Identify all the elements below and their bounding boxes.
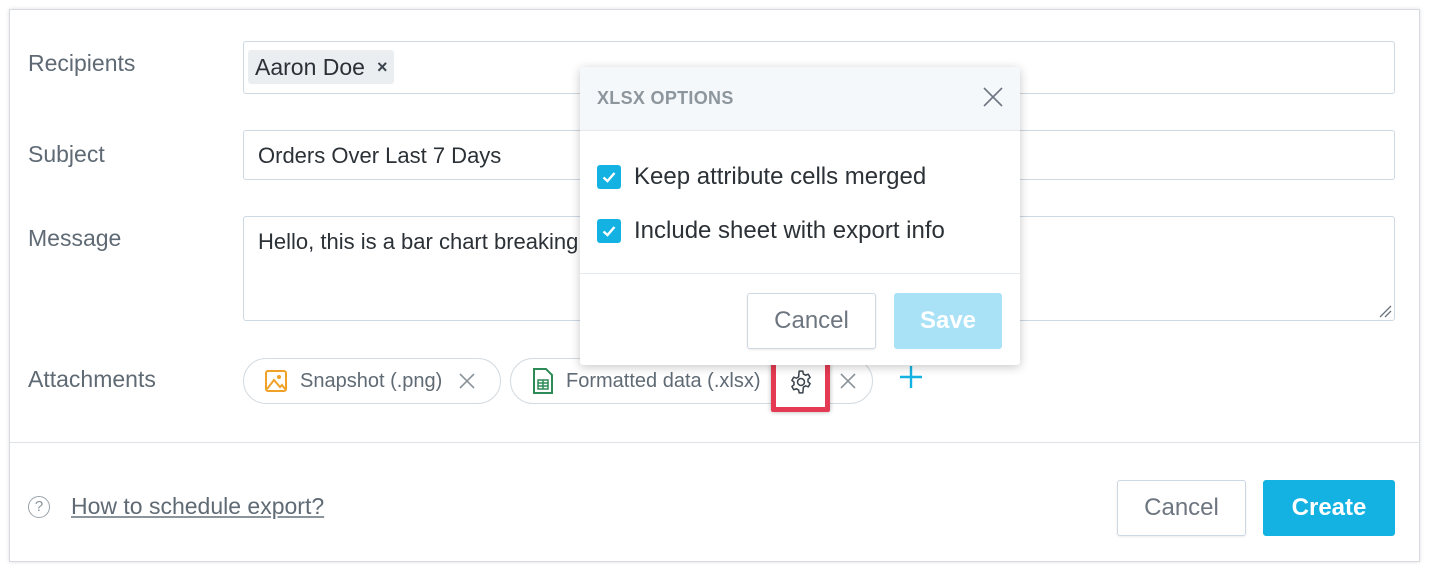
attachment-snapshot[interactable]: Snapshot (.png) — [243, 358, 501, 404]
gear-icon — [790, 370, 811, 394]
subject-label: Subject — [28, 141, 105, 167]
recipients-label: Recipients — [28, 50, 136, 76]
help-link[interactable]: How to schedule export? — [71, 493, 324, 520]
recipient-chip: Aaron Doe × — [248, 50, 395, 84]
xlsx-options-dialog: XLSX OPTIONS Keep attribute cells merged… — [580, 67, 1020, 365]
dialog-save-button[interactable]: Save — [894, 293, 1002, 349]
option-keep-merged[interactable]: Keep attribute cells merged — [597, 163, 926, 191]
message-label: Message — [28, 225, 122, 251]
dialog-divider — [580, 273, 1020, 274]
option-keep-merged-label: Keep attribute cells merged — [634, 163, 927, 190]
dialog-header: XLSX OPTIONS — [580, 67, 1020, 131]
spreadsheet-icon — [533, 368, 553, 394]
option-include-sheet-label: Include sheet with export info — [634, 217, 945, 244]
checkmark-icon — [602, 172, 616, 183]
add-attachment-icon[interactable] — [898, 364, 924, 390]
checkmark-icon — [602, 226, 616, 237]
create-button[interactable]: Create — [1263, 480, 1395, 536]
checkbox-keep-merged[interactable] — [597, 165, 621, 189]
close-icon[interactable] — [982, 86, 1004, 108]
attachment-snapshot-label: Snapshot (.png) — [300, 369, 443, 392]
subject-value: Orders Over Last 7 Days — [258, 143, 502, 168]
dialog-cancel-button[interactable]: Cancel — [747, 293, 876, 349]
remove-attachment-icon[interactable] — [839, 372, 857, 390]
attachments-label: Attachments — [28, 366, 156, 392]
message-value: Hello, this is a bar chart breaking — [258, 229, 579, 254]
recipient-name: Aaron Doe — [255, 53, 365, 80]
option-include-sheet[interactable]: Include sheet with export info — [597, 217, 945, 245]
resize-handle-icon[interactable] — [1378, 304, 1392, 318]
remove-recipient-icon[interactable]: × — [377, 57, 388, 78]
dialog-title: XLSX OPTIONS — [597, 88, 734, 108]
cancel-button[interactable]: Cancel — [1117, 480, 1246, 536]
remove-attachment-icon[interactable] — [458, 372, 476, 390]
footer-divider — [10, 442, 1420, 443]
help-icon[interactable]: ? — [28, 496, 50, 518]
image-icon — [265, 370, 287, 392]
checkbox-include-sheet[interactable] — [597, 219, 621, 243]
attachment-formatted-data-label: Formatted data (.xlsx) — [566, 369, 761, 392]
